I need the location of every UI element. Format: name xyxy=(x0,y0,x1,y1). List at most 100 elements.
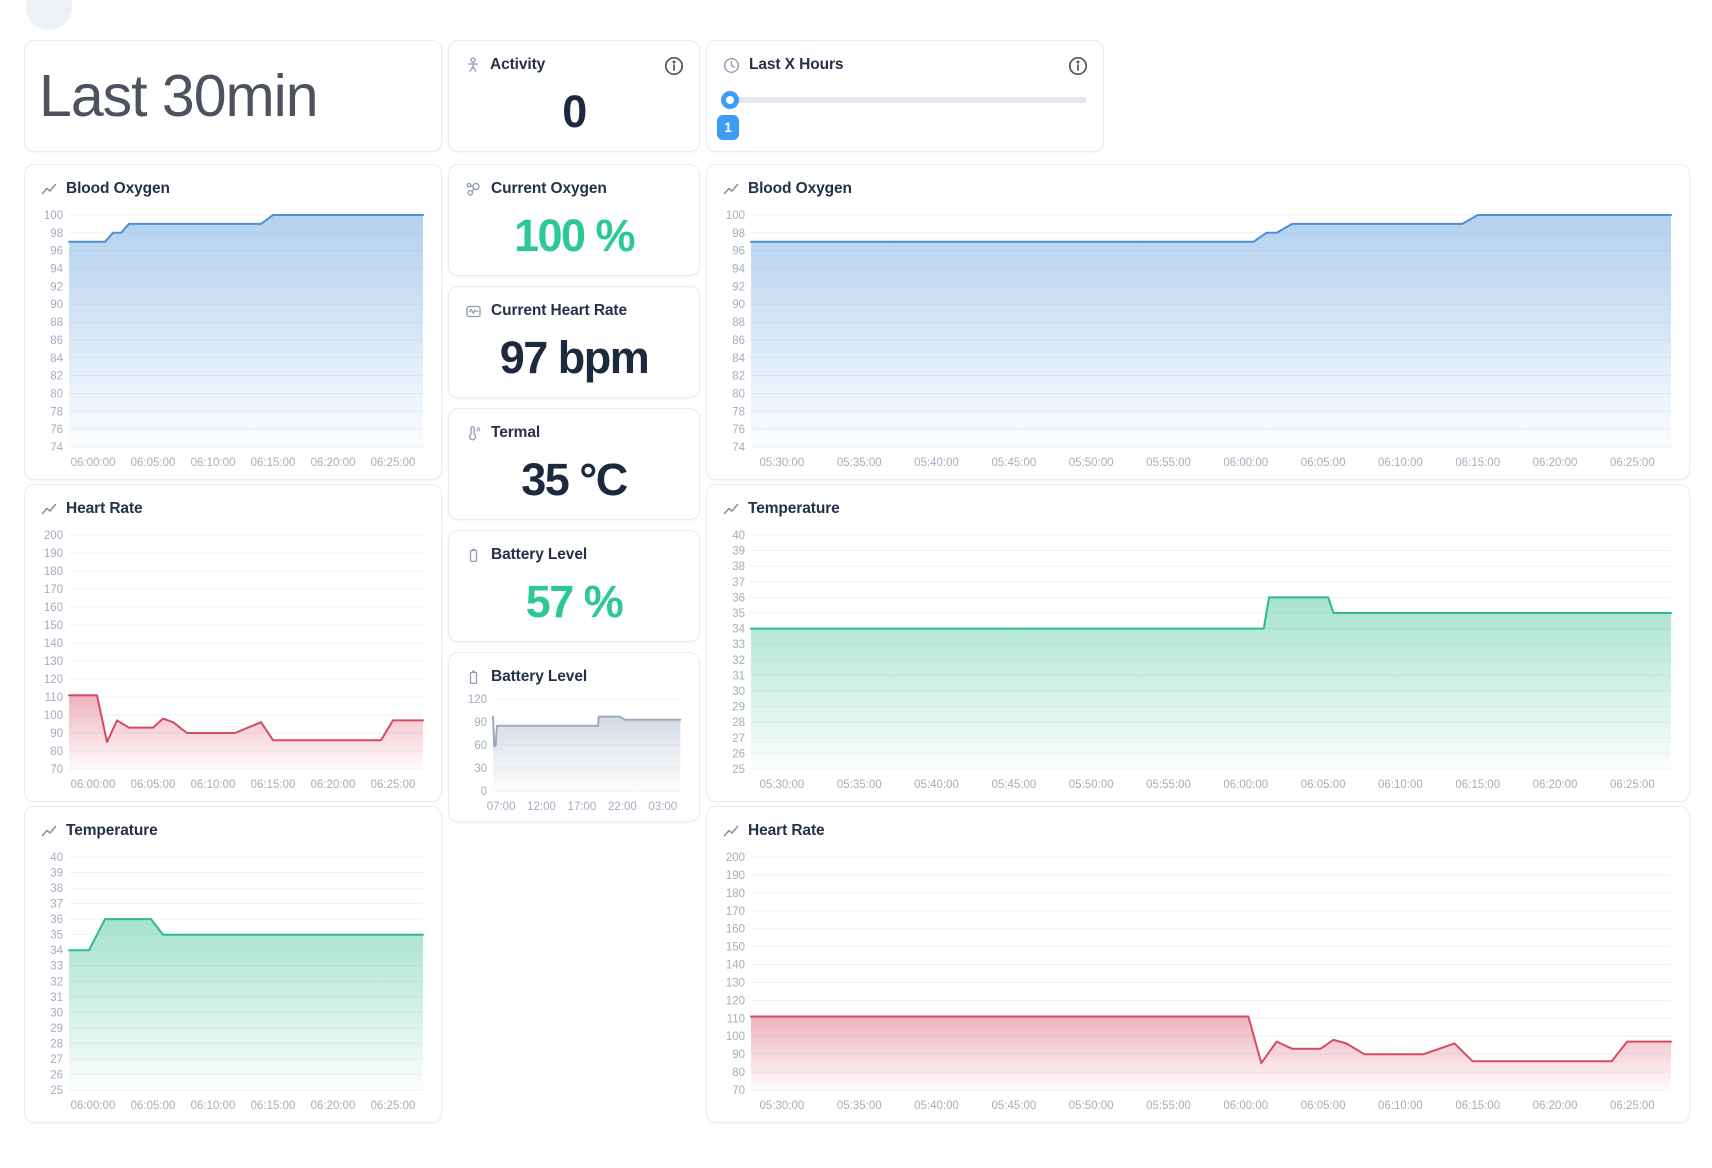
stat-card-header: Battery Level xyxy=(449,531,699,570)
svg-text:25: 25 xyxy=(50,1085,63,1097)
svg-text:06:25:00: 06:25:00 xyxy=(371,779,416,791)
info-icon[interactable] xyxy=(663,55,685,77)
trend-line-icon xyxy=(723,181,739,197)
svg-text:06:15:00: 06:15:00 xyxy=(1455,1100,1500,1112)
svg-text:39: 39 xyxy=(50,868,63,880)
svg-text:78: 78 xyxy=(732,406,745,418)
battery-icon xyxy=(465,669,482,686)
current-heart-rate-value: 97 bpm xyxy=(500,332,649,384)
svg-text:80: 80 xyxy=(732,388,745,400)
temperature-hours-chart: 4039383736353433323130292827262505:30:00… xyxy=(715,527,1679,795)
info-icon[interactable] xyxy=(1067,55,1089,77)
battery-history-card: Battery Level 120906030007:0012:0017:002… xyxy=(448,652,700,822)
blood-oxygen-hours-card: Blood Oxygen 100989694929088868482807876… xyxy=(706,164,1690,480)
svg-text:06:20:00: 06:20:00 xyxy=(311,1100,356,1112)
svg-text:110: 110 xyxy=(727,1013,745,1025)
svg-text:82: 82 xyxy=(732,371,745,383)
temperature-30min-card: Temperature 4039383736353433323130292827… xyxy=(24,806,442,1123)
svg-text:06:10:00: 06:10:00 xyxy=(191,1100,236,1112)
svg-text:130: 130 xyxy=(726,977,745,989)
svg-text:100: 100 xyxy=(726,1031,745,1043)
svg-text:88: 88 xyxy=(732,317,745,329)
chart-card-header: Heart Rate xyxy=(707,807,1689,846)
svg-text:90: 90 xyxy=(732,299,745,311)
svg-text:31: 31 xyxy=(50,992,63,1004)
svg-text:35: 35 xyxy=(732,608,745,620)
last-x-hours-card: Last X Hours 1 xyxy=(706,40,1104,152)
svg-text:05:45:00: 05:45:00 xyxy=(991,1100,1036,1112)
corner-avatar-button[interactable] xyxy=(26,0,72,30)
thermometer-icon: A xyxy=(465,425,482,442)
timeframe-title-card: Last 30min xyxy=(24,40,442,152)
current-oxygen-card: Current Oxygen 100 % xyxy=(448,164,700,276)
battery-icon xyxy=(465,547,482,564)
stat-card-header: Current Heart Rate xyxy=(449,287,699,326)
svg-text:110: 110 xyxy=(45,692,63,704)
chart-card-header: Temperature xyxy=(707,485,1689,524)
svg-text:06:15:00: 06:15:00 xyxy=(251,779,296,791)
svg-text:84: 84 xyxy=(732,353,745,365)
svg-text:120: 120 xyxy=(44,674,63,686)
svg-text:28: 28 xyxy=(50,1038,63,1050)
svg-text:37: 37 xyxy=(732,577,745,589)
page-title: Last 30min xyxy=(39,41,318,151)
svg-text:05:50:00: 05:50:00 xyxy=(1069,457,1114,469)
stat-card-header: Current Oxygen xyxy=(449,165,699,204)
battery-level-card: Battery Level 57 % xyxy=(448,530,700,642)
svg-text:78: 78 xyxy=(50,406,63,418)
hours-slider-handle[interactable] xyxy=(721,91,739,109)
svg-text:27: 27 xyxy=(50,1054,63,1066)
chart-title: Heart Rate xyxy=(748,822,825,840)
svg-text:100: 100 xyxy=(726,210,745,222)
svg-text:190: 190 xyxy=(44,548,63,560)
svg-text:170: 170 xyxy=(44,584,63,596)
svg-text:05:50:00: 05:50:00 xyxy=(1069,1100,1114,1112)
svg-text:140: 140 xyxy=(44,638,63,650)
svg-text:06:00:00: 06:00:00 xyxy=(71,779,116,791)
stat-title: Current Oxygen xyxy=(491,180,607,198)
svg-text:34: 34 xyxy=(732,624,745,636)
svg-text:33: 33 xyxy=(732,639,745,651)
svg-text:150: 150 xyxy=(44,620,63,632)
chart-title: Battery Level xyxy=(491,668,587,686)
activity-card-header: Activity xyxy=(449,41,699,80)
trend-line-icon xyxy=(723,823,739,839)
svg-text:180: 180 xyxy=(726,888,745,900)
svg-text:06:25:00: 06:25:00 xyxy=(371,1100,416,1112)
chart-title: Blood Oxygen xyxy=(748,180,852,198)
svg-text:84: 84 xyxy=(50,353,63,365)
svg-text:05:55:00: 05:55:00 xyxy=(1146,779,1191,791)
svg-text:06:00:00: 06:00:00 xyxy=(1223,779,1268,791)
termal-value: 35 °C xyxy=(521,454,627,506)
last-x-hours-title: Last X Hours xyxy=(749,56,843,74)
svg-text:96: 96 xyxy=(732,246,745,258)
svg-text:150: 150 xyxy=(726,942,745,954)
svg-text:06:20:00: 06:20:00 xyxy=(311,457,356,469)
svg-text:80: 80 xyxy=(732,1067,745,1079)
svg-text:05:30:00: 05:30:00 xyxy=(760,779,805,791)
svg-text:30: 30 xyxy=(732,686,745,698)
svg-text:86: 86 xyxy=(732,335,745,347)
svg-text:30: 30 xyxy=(474,763,487,775)
svg-text:06:00:00: 06:00:00 xyxy=(1223,1100,1268,1112)
svg-text:26: 26 xyxy=(50,1069,63,1081)
svg-text:06:20:00: 06:20:00 xyxy=(1533,1100,1578,1112)
svg-text:12:00: 12:00 xyxy=(527,801,556,813)
battery-level-value: 57 % xyxy=(526,576,623,628)
svg-text:130: 130 xyxy=(44,656,63,668)
hours-slider-value-badge: 1 xyxy=(717,115,739,140)
svg-text:35: 35 xyxy=(50,930,63,942)
chart-card-header: Blood Oxygen xyxy=(707,165,1689,204)
svg-text:07:00: 07:00 xyxy=(487,801,516,813)
svg-text:06:00:00: 06:00:00 xyxy=(71,457,116,469)
hours-slider-track[interactable] xyxy=(723,97,1087,103)
svg-text:34: 34 xyxy=(50,945,63,957)
svg-text:120: 120 xyxy=(468,694,487,706)
svg-text:92: 92 xyxy=(732,281,745,293)
svg-text:06:05:00: 06:05:00 xyxy=(1301,1100,1346,1112)
chart-card-header: Temperature xyxy=(25,807,441,846)
svg-text:05:30:00: 05:30:00 xyxy=(760,457,805,469)
current-oxygen-value: 100 % xyxy=(514,210,634,262)
svg-text:37: 37 xyxy=(50,899,63,911)
svg-text:96: 96 xyxy=(50,246,63,258)
